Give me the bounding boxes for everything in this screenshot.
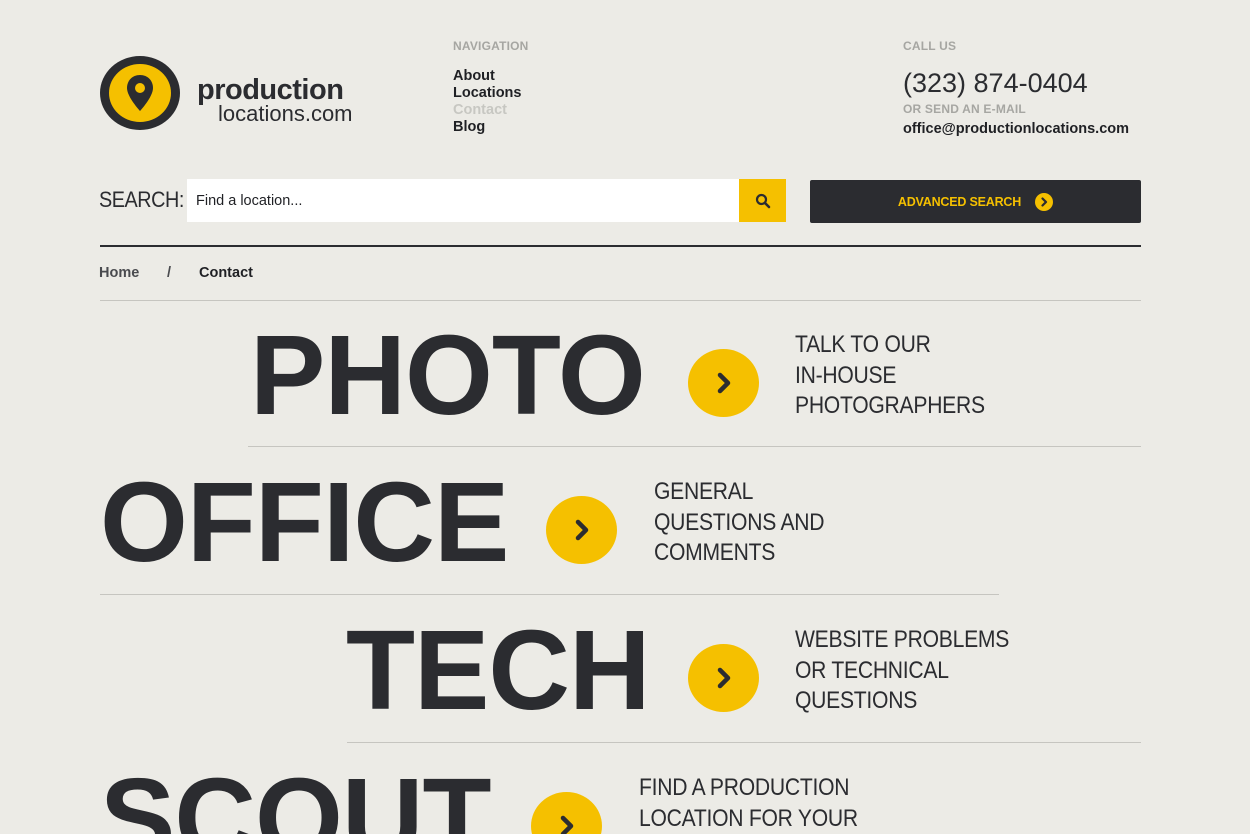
logo-icon[interactable]	[100, 56, 180, 130]
department-desc-line: FIND A PRODUCTION	[639, 774, 850, 801]
nav-item-blog[interactable]: Blog	[453, 119, 521, 136]
department-desc-line: COMMENTS	[654, 539, 776, 566]
nav-heading: NAVIGATION	[453, 39, 529, 53]
department-title-scout[interactable]: SCOUT	[100, 762, 491, 834]
email-heading: OR SEND AN E-MAIL	[903, 102, 1026, 116]
department-title-office[interactable]: OFFICE	[100, 466, 509, 579]
phone-number[interactable]: (323) 874-0404	[903, 66, 1088, 100]
breadcrumb-home[interactable]: Home	[99, 265, 139, 281]
department-title-photo[interactable]: PHOTO	[250, 319, 646, 432]
department-desc-line: GENERAL	[654, 478, 754, 505]
department-link-photo[interactable]	[688, 349, 759, 417]
department-desc-scout: FIND A PRODUCTION LOCATION FOR YOUR	[639, 773, 858, 834]
chevron-right-icon	[717, 372, 730, 394]
map-pin-icon	[127, 75, 153, 111]
department-desc-line: LOCATION FOR YOUR	[639, 804, 858, 832]
department-link-scout[interactable]	[531, 792, 602, 834]
search-label: SEARCH:	[99, 187, 184, 212]
department-desc-line: QUESTIONS AND	[654, 508, 825, 536]
department-title-tech[interactable]: TECH	[346, 614, 651, 727]
department-desc-line: OR TECHNICAL	[795, 656, 949, 684]
department-desc-tech: WEBSITE PROBLEMS OR TECHNICAL QUESTIONS	[795, 625, 1009, 717]
search-input[interactable]	[187, 179, 739, 222]
nav-item-locations[interactable]: Locations	[453, 85, 521, 102]
department-link-office[interactable]	[546, 496, 617, 564]
department-desc-line: IN-HOUSE	[795, 361, 897, 389]
chevron-right-icon	[575, 519, 588, 541]
row-divider	[100, 594, 999, 595]
department-desc-line: TALK TO OUR	[795, 331, 931, 358]
header-divider	[100, 245, 1141, 247]
nav-item-contact[interactable]: Contact	[453, 102, 521, 119]
department-desc-office: GENERAL QUESTIONS AND COMMENTS	[654, 477, 825, 569]
department-desc-line: WEBSITE PROBLEMS	[795, 626, 1010, 653]
row-divider	[347, 742, 1141, 743]
breadcrumb-current: Contact	[199, 265, 253, 281]
search-button[interactable]	[739, 179, 786, 222]
chevron-right-icon	[717, 667, 730, 689]
department-desc-photo: TALK TO OUR IN-HOUSE PHOTOGRAPHERS	[795, 330, 985, 422]
department-desc-line: PHOTOGRAPHERS	[795, 392, 985, 419]
advanced-search-label: ADVANCED SEARCH	[897, 194, 1022, 209]
email-link[interactable]: office@productionlocations.com	[903, 121, 1129, 137]
search-icon	[755, 193, 770, 208]
call-us-heading: CALL US	[903, 39, 957, 53]
department-desc-line: QUESTIONS	[795, 687, 918, 714]
chevron-right-icon	[1035, 192, 1054, 211]
advanced-search-button[interactable]: ADVANCED SEARCH	[810, 180, 1141, 223]
department-link-tech[interactable]	[688, 644, 759, 712]
nav-list: About Locations Contact Blog	[453, 68, 521, 136]
breadcrumb-separator: /	[167, 265, 172, 281]
nav-item-about[interactable]: About	[453, 68, 521, 85]
breadcrumb-divider	[100, 300, 1141, 301]
logo-text-domain[interactable]: locations.com	[218, 103, 353, 125]
row-divider	[248, 446, 1141, 447]
chevron-right-icon	[560, 815, 573, 834]
